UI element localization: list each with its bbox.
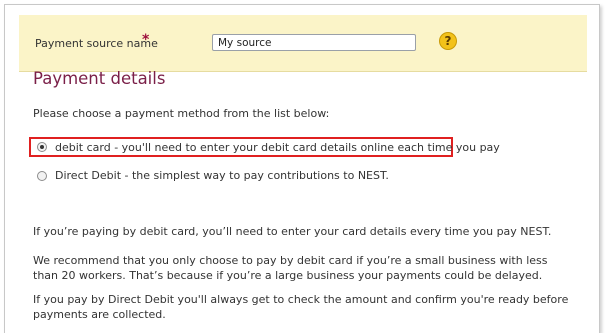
direct-debit-radio[interactable] [37, 171, 47, 181]
question-mark-icon[interactable]: ? [439, 32, 457, 50]
debit-card-option-label: debit card - you'll need to enter your d… [55, 141, 500, 154]
required-marker: * [142, 32, 150, 48]
page-frame: Payment source name * ? Payment details … [4, 4, 600, 333]
direct-debit-option-label: Direct Debit - the simplest way to pay c… [55, 169, 389, 182]
debit-card-option[interactable]: debit card - you'll need to enter your d… [29, 137, 500, 157]
debit-card-info-paragraph: If you’re paying by debit card, you’ll n… [33, 225, 552, 238]
debit-card-radio[interactable] [37, 142, 47, 152]
payment-source-section: Payment source name * ? [19, 15, 587, 72]
payment-details-title: Payment details [33, 69, 166, 88]
payment-method-instruction: Please choose a payment method from the … [33, 107, 330, 120]
help-glyph: ? [444, 34, 452, 48]
small-business-recommendation-paragraph: We recommend that you only choose to pay… [33, 254, 548, 282]
payment-source-input[interactable] [212, 34, 416, 51]
direct-debit-info-paragraph: If you pay by Direct Debit you'll always… [33, 293, 569, 321]
payment-source-label: Payment source name [35, 37, 158, 50]
